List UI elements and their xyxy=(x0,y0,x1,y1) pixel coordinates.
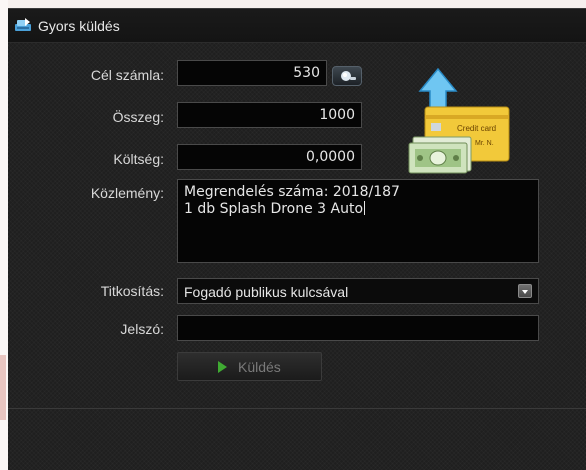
fee-label: Költség: xyxy=(113,151,164,167)
encryption-label: Titkosítás: xyxy=(100,283,164,299)
window-title: Gyors küldés xyxy=(38,18,120,34)
card-name: Mr. N. xyxy=(475,140,494,147)
target-account-label: Cél számla: xyxy=(90,67,164,83)
memo-label: Közlemény: xyxy=(90,185,164,201)
send-button-label: Küldés xyxy=(238,359,281,375)
page-background-accent xyxy=(0,355,6,420)
title-bar: Gyors küldés xyxy=(8,9,586,43)
amount-input[interactable]: 1000 xyxy=(177,102,362,128)
text-caret xyxy=(364,201,366,215)
card-text: Credit card xyxy=(457,124,496,133)
amount-label: Összeg: xyxy=(112,109,164,125)
encryption-select[interactable]: Fogadó publikus kulcsával xyxy=(177,278,539,304)
account-lookup-button[interactable] xyxy=(332,66,362,86)
quick-send-window: Gyors küldés Cél számla: 530 Összeg: 100… xyxy=(8,8,586,470)
password-label: Jelszó: xyxy=(120,321,164,337)
password-input[interactable] xyxy=(177,315,539,341)
send-button[interactable]: Küldés xyxy=(177,352,322,381)
encryption-selected-value: Fogadó publikus kulcsával xyxy=(184,284,349,300)
chevron-down-icon xyxy=(522,290,528,294)
footer-divider xyxy=(8,408,586,409)
memo-textarea[interactable]: Megrendelés száma: 2018/187 1 db Splash … xyxy=(177,179,539,263)
transfer-icon xyxy=(15,18,31,31)
fee-input[interactable]: 0,0000 xyxy=(177,144,362,170)
dropdown-arrow-button[interactable] xyxy=(518,284,532,298)
target-account-input[interactable]: 530 xyxy=(177,60,327,86)
search-icon xyxy=(341,71,356,81)
payment-card-cash-icon: Credit card Mr. N. xyxy=(408,67,510,174)
memo-text: Megrendelés száma: 2018/187 1 db Splash … xyxy=(184,184,400,217)
play-arrow-icon xyxy=(218,361,227,373)
